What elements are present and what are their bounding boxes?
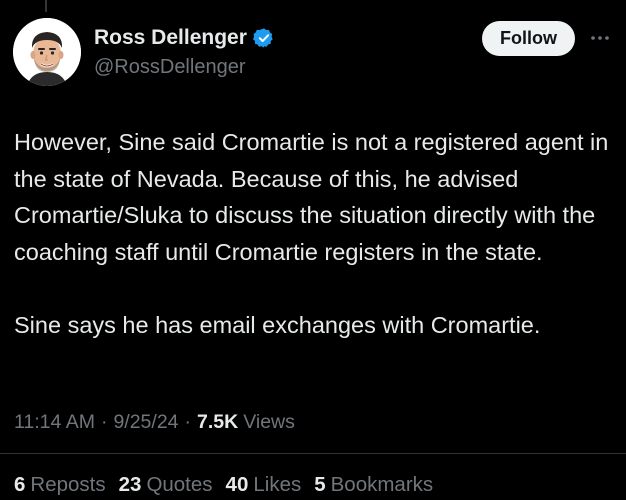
thread-connector-line xyxy=(45,0,47,12)
tweet-metadata: 11:14 AM · 9/25/24 · 7.5K Views xyxy=(14,411,295,434)
tweet-paragraph: Sine says he has email exchanges with Cr… xyxy=(14,311,541,338)
likes-label: Likes xyxy=(253,473,302,496)
views-label: Views xyxy=(243,411,295,433)
author-handle[interactable]: @RossDellenger xyxy=(94,56,245,79)
tweet-text: However, Sine said Cromartie is not a re… xyxy=(14,124,614,343)
author-name-row: Ross Dellenger xyxy=(94,26,275,50)
views-count: 7.5K xyxy=(197,411,239,433)
quotes-count: 23 xyxy=(118,473,142,496)
bookmarks-stat[interactable]: 5 Bookmarks xyxy=(314,473,433,497)
meta-separator: · xyxy=(100,411,108,433)
tweet-paragraph: However, Sine said Cromartie is not a re… xyxy=(14,129,609,265)
likes-count: 40 xyxy=(225,473,249,496)
reposts-count: 6 xyxy=(14,473,26,496)
meta-separator: · xyxy=(184,411,192,433)
reposts-label: Reposts xyxy=(30,473,106,496)
tweet-date[interactable]: 9/25/24 xyxy=(113,411,178,434)
author-display-name[interactable]: Ross Dellenger xyxy=(94,26,247,50)
engagement-stats: 6 Reposts 23 Quotes 40 Likes 5 Bookmarks xyxy=(14,473,446,497)
bookmarks-label: Bookmarks xyxy=(330,473,434,496)
quotes-label: Quotes xyxy=(146,473,213,496)
bookmarks-count: 5 xyxy=(314,473,326,496)
more-options-icon[interactable] xyxy=(588,28,612,48)
quotes-stat[interactable]: 23 Quotes xyxy=(119,473,213,497)
reposts-stat[interactable]: 6 Reposts xyxy=(14,473,106,497)
follow-button[interactable]: Follow xyxy=(482,21,575,56)
cartoon-avatar-icon xyxy=(13,18,81,86)
tweet-time[interactable]: 11:14 AM xyxy=(14,411,95,434)
divider xyxy=(0,453,626,454)
verified-badge-icon[interactable] xyxy=(252,27,275,49)
likes-stat[interactable]: 40 Likes xyxy=(226,473,302,497)
avatar[interactable] xyxy=(13,18,81,86)
